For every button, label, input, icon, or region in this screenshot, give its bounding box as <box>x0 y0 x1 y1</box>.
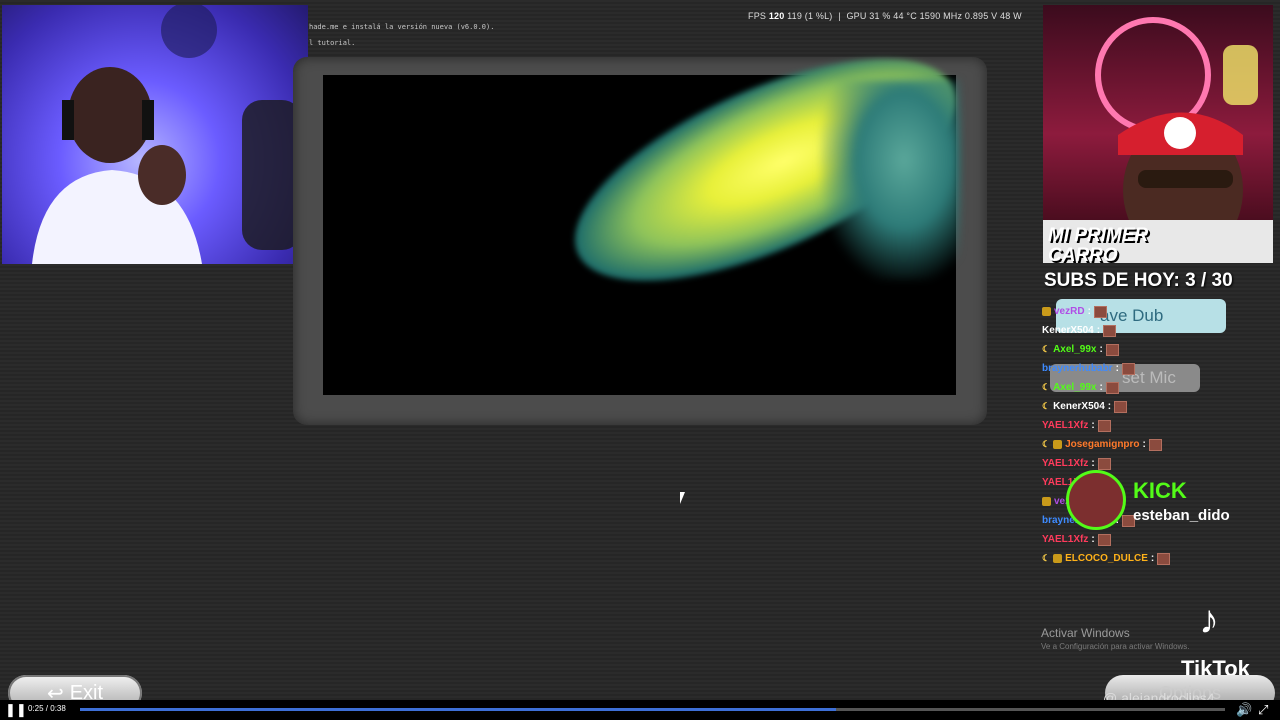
chat-separator: : <box>1091 420 1095 431</box>
webcam-left <box>2 5 308 264</box>
video-time: 0:25 / 0:38 <box>28 704 66 713</box>
fps-low: 119 (1 %L) <box>787 11 833 21</box>
chat-separator: : <box>1096 325 1101 336</box>
chat-message: ☾ Axel_99x : <box>1042 340 1262 359</box>
promo-title-line2: CARRO <box>1048 245 1118 266</box>
chat-username[interactable]: KenerX504 <box>1053 401 1105 412</box>
chat-separator: : <box>1099 382 1103 393</box>
chat-emote-icon <box>1121 362 1135 375</box>
chat-message: ☾ KenerX504 : <box>1042 397 1262 416</box>
chat-emote-icon <box>1105 343 1119 356</box>
chat-list: vezRD : KenerX504 : ☾ Axel_99x : braynerh… <box>1042 302 1262 568</box>
chat-username[interactable]: Josegamignpro <box>1065 439 1139 450</box>
moon-badge-icon: ☾ <box>1042 401 1051 411</box>
game-dragon-glow <box>820 80 960 280</box>
fullscreen-icon[interactable]: ⤢ <box>1258 702 1268 718</box>
overlay-message-line2: l tutorial. <box>309 39 356 47</box>
windows-activation-title: Activar Windows <box>1041 626 1130 640</box>
chat-separator: : <box>1142 439 1146 450</box>
kick-avatar <box>1066 470 1126 530</box>
subscriber-badge-icon <box>1053 440 1063 449</box>
video-progress-track[interactable] <box>80 708 1225 711</box>
volume-icon[interactable]: 🔊 <box>1236 702 1252 718</box>
chat-emote-icon <box>1105 381 1119 394</box>
video-progress-fill <box>80 708 836 711</box>
chat-username[interactable]: Axel_99x <box>1053 382 1096 393</box>
chat-emote-icon <box>1097 419 1111 432</box>
gpu-stats: 31 % 44 °C 1590 MHz 0.895 V 48 W <box>869 11 1022 21</box>
promo-title-line1: MI PRIMER <box>1048 225 1149 246</box>
tiktok-logo-icon: ♪ <box>1199 598 1219 642</box>
chat-message: ☾ Axel_99x : <box>1042 378 1262 397</box>
mouse-cursor-icon <box>680 492 685 504</box>
chat-separator: : <box>1115 363 1119 374</box>
pause-icon[interactable]: ❚❚ <box>5 702 27 718</box>
webcam-left-person <box>32 5 302 264</box>
subscriber-badge-icon <box>1042 307 1051 316</box>
kick-logo: KICK <box>1133 478 1187 503</box>
chat-emote-icon <box>1103 324 1117 337</box>
chat-emote-icon <box>1157 552 1171 565</box>
kick-username: esteban_dido <box>1133 507 1230 524</box>
chat-username[interactable]: YAEL1Xfz <box>1042 534 1088 545</box>
chat-username[interactable]: KenerX504 <box>1042 325 1094 336</box>
chat-message: KenerX504 : <box>1042 321 1262 340</box>
chat-username[interactable]: vezRD <box>1054 306 1085 317</box>
chat-username[interactable]: ELCOCO_DULCE <box>1065 553 1148 564</box>
chat-separator: : <box>1099 344 1103 355</box>
overlay-message-line1: hade.me e instalá la versión nueva (v6.0… <box>309 23 495 31</box>
chat-message: YAEL1Xfz : <box>1042 530 1262 549</box>
chat-message: YAEL1Xfz : <box>1042 416 1262 435</box>
performance-overlay: FPS 120 119 (1 %L) | GPU 31 % 44 °C 1590… <box>748 11 1022 21</box>
windows-activation-watermark: Activar Windows Ve a Configuración para … <box>1041 626 1190 651</box>
chat-separator: : <box>1107 401 1112 412</box>
chat-message: vezRD : <box>1042 302 1262 321</box>
chat-separator: : <box>1150 553 1155 564</box>
subs-counter: SUBS DE HOY: 3 / 30 <box>1044 270 1233 291</box>
chat-emote-icon <box>1097 533 1111 546</box>
chat-username[interactable]: YAEL1Xfz <box>1042 420 1088 431</box>
moon-badge-icon: ☾ <box>1042 439 1051 449</box>
gpu-label: GPU <box>846 11 867 21</box>
chat-message: ☾ ELCOCO_DULCE : <box>1042 549 1262 568</box>
chat-emote-icon <box>1114 400 1128 413</box>
fps-label: FPS <box>748 11 767 21</box>
moon-badge-icon: ☾ <box>1042 344 1051 354</box>
chat-username[interactable]: YAEL1Xfz <box>1042 458 1088 469</box>
chat-emote-icon <box>1148 438 1162 451</box>
moon-badge-icon: ☾ <box>1042 382 1051 392</box>
chat-separator: : <box>1091 534 1095 545</box>
chat-username[interactable]: braynerhubabr <box>1042 363 1113 374</box>
moon-badge-icon: ☾ <box>1042 553 1051 563</box>
chat-separator: : <box>1091 458 1095 469</box>
subscriber-badge-icon <box>1042 497 1051 506</box>
chat-emote-icon <box>1097 457 1111 470</box>
chat-emote-icon <box>1093 305 1107 318</box>
chat-message: YAEL1Xfz : <box>1042 454 1262 473</box>
chat-message: ☾ Josegamignpro : <box>1042 435 1262 454</box>
chat-username[interactable]: Axel_99x <box>1053 344 1096 355</box>
chat-message: braynerhubabr : <box>1042 359 1262 378</box>
windows-activation-subtitle: Ve a Configuración para activar Windows. <box>1041 642 1190 651</box>
promo-title: MI PRIMER CARRO <box>1048 226 1148 266</box>
chat-separator: : <box>1087 306 1091 317</box>
fps-value: 120 <box>768 11 785 21</box>
subscriber-badge-icon <box>1053 554 1063 563</box>
